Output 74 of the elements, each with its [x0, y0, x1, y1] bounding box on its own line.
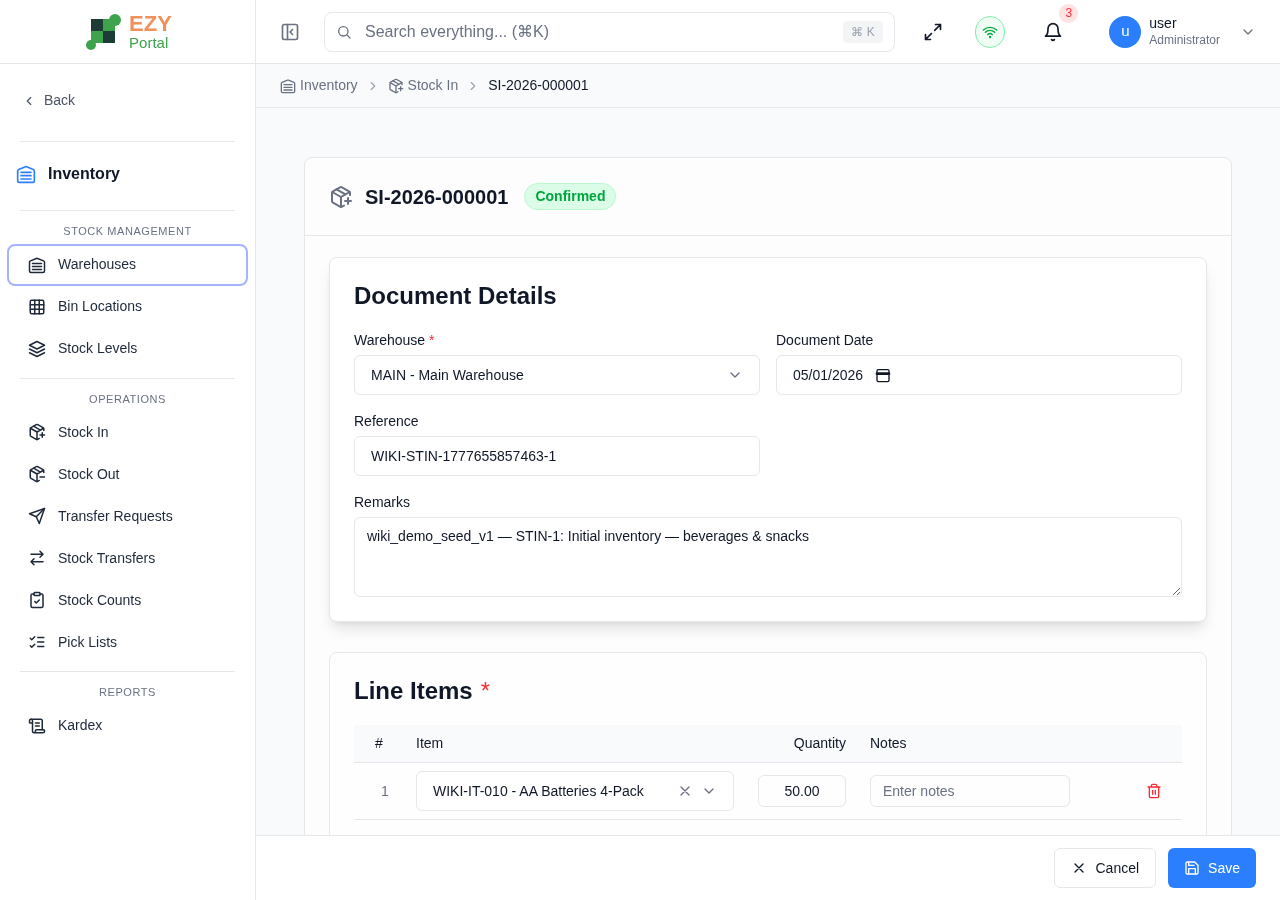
- panel-icon: [280, 21, 300, 42]
- paper-plane-icon: [28, 507, 46, 525]
- remarks-field[interactable]: wiki_demo_seed_v1 — STIN-1: Initial inventory — beverages & snacks: [354, 517, 1182, 597]
- sidebar-item[interactable]: Stock Counts: [7, 579, 248, 621]
- breadcrumb-link[interactable]: Inventory: [280, 75, 358, 96]
- sidebar-toggle-icon[interactable]: [280, 21, 300, 42]
- field-label: Document Date: [776, 331, 875, 350]
- sidebar-item[interactable]: Stock Transfers: [7, 537, 248, 579]
- column-header: Item: [415, 734, 445, 753]
- item-select[interactable]: WIKI-IT-010 - AA Batteries 4-Pack: [416, 771, 734, 811]
- warehouse-icon: [28, 255, 46, 274]
- shortcut-key: ⌘ K: [843, 20, 883, 43]
- box-plus-icon: [28, 423, 46, 441]
- section-title: Line Items: [354, 676, 473, 706]
- notification-count: 3: [1059, 3, 1079, 23]
- sidebar-item[interactable]: Warehouses: [7, 243, 248, 286]
- sidebar-item[interactable]: Bin Locations: [7, 285, 248, 328]
- save-button[interactable]: Save: [1168, 848, 1256, 888]
- user-name: user: [1149, 15, 1178, 33]
- notes-field[interactable]: Enter notes: [870, 775, 1070, 807]
- avatar: u: [1109, 15, 1142, 48]
- logo-text: EZY: [129, 13, 172, 35]
- cancel-button[interactable]: Cancel: [1054, 848, 1157, 888]
- checklist-icon: [28, 633, 46, 651]
- calendar-icon: [875, 367, 892, 383]
- clipboard-check-icon: [28, 591, 46, 609]
- back-link[interactable]: Back: [22, 90, 76, 111]
- fullscreen-icon[interactable]: [922, 21, 943, 42]
- column-header: #: [374, 734, 384, 753]
- document-number: SI-2026-000001: [365, 184, 509, 210]
- field-label: Reference: [354, 412, 420, 431]
- user-menu[interactable]: u user Administrator: [1109, 15, 1256, 48]
- search-icon: [336, 23, 352, 40]
- warehouse-icon: [16, 164, 36, 184]
- bell-icon: [1043, 21, 1064, 42]
- grid-icon: [28, 297, 46, 316]
- field-label: Remarks: [354, 493, 411, 512]
- section-title: Document Details: [354, 281, 558, 311]
- section-heading: REPORTS: [98, 685, 157, 700]
- sidebar-item[interactable]: Transfer Requests: [7, 495, 248, 537]
- status-badge: Confirmed: [524, 183, 617, 210]
- row-number: 1: [380, 781, 390, 801]
- breadcrumb-link[interactable]: SI-2026-000001: [488, 75, 589, 96]
- box-plus-icon: [387, 77, 404, 94]
- section-heading: OPERATIONS: [88, 391, 167, 407]
- column-header: Notes: [870, 734, 907, 753]
- required-mark: *: [429, 331, 435, 350]
- box-plus-icon: [329, 184, 353, 209]
- breadcrumb-link[interactable]: Stock In: [387, 75, 459, 96]
- module-title: Inventory: [48, 164, 120, 184]
- sidebar-item[interactable]: Stock Out: [7, 453, 248, 495]
- scroll-icon: [28, 716, 46, 735]
- required-mark: *: [480, 676, 491, 706]
- trash-icon: [1146, 783, 1162, 799]
- box-minus-icon: [28, 465, 46, 483]
- warehouse-select[interactable]: MAIN - Main Warehouse: [354, 355, 760, 395]
- date-field[interactable]: 05/01/2026: [776, 355, 1182, 395]
- sidebar-item[interactable]: Stock Levels: [7, 327, 248, 370]
- section-heading: STOCK MANAGEMENT: [62, 224, 193, 239]
- quantity-field[interactable]: 50.00: [758, 775, 846, 807]
- sidebar-item[interactable]: Stock In: [7, 411, 248, 453]
- delete-icon[interactable]: [1146, 783, 1162, 799]
- layers-icon: [28, 339, 46, 358]
- warehouse-icon: [280, 77, 296, 94]
- reference-field[interactable]: WIKI-STIN-1777655857463-1: [354, 436, 760, 476]
- wifi-status-button[interactable]: [974, 15, 1006, 48]
- column-header: Quantity: [792, 734, 846, 753]
- swap-arrows-icon: [28, 549, 46, 567]
- user-role: Administrator: [1149, 32, 1220, 48]
- sidebar-item[interactable]: Kardex: [7, 704, 248, 747]
- field-label: Warehouse: [354, 331, 426, 350]
- expand-arrows-icon: [922, 21, 943, 42]
- sidebar-item[interactable]: Pick Lists: [7, 621, 248, 663]
- logo-text: Portal: [129, 35, 170, 50]
